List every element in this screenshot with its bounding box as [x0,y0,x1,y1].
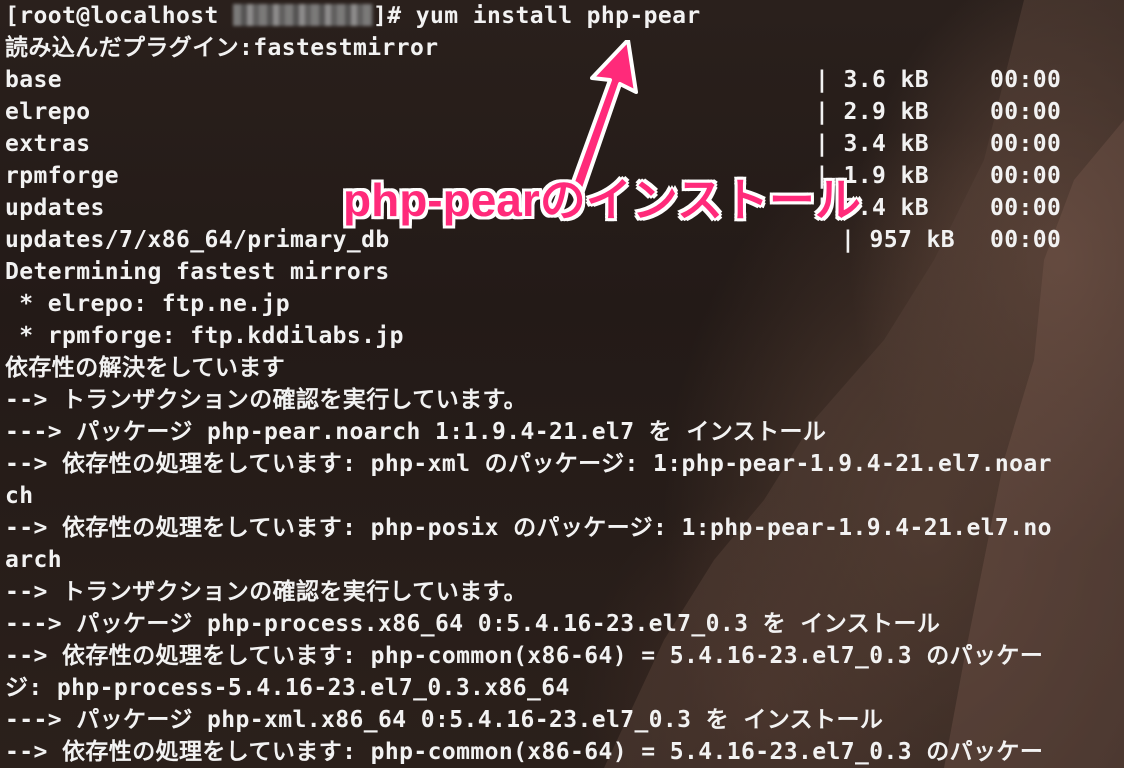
repo-name: elrepo [5,99,91,125]
repo-line-elrepo: elrepo | 2.9 kB 00:00 [5,96,1124,128]
shell-prompt-line: [root@localhost ]# yum install php-pear [5,0,1124,32]
repo-time: 00:00 [990,99,1062,125]
repo-line-extras: extras | 3.4 kB 00:00 [5,128,1124,160]
repo-time: 00:00 [990,67,1062,93]
prompt-close: ]# [372,3,416,29]
repo-line-base: base | 3.6 kB 00:00 [5,64,1124,96]
repo-time: 00:00 [990,163,1062,189]
output-line: 読み込んだプラグイン:fastestmirror [5,35,439,61]
repo-size: | 2.9 kB [815,99,929,125]
terminal-output: [root@localhost ]# yum install php-pear … [5,0,1124,768]
repo-size: | 3.4 kB [815,131,929,157]
terminal-window[interactable]: [root@localhost ]# yum install php-pear … [0,0,1124,768]
output-line: 依存性の解決をしています [5,355,286,381]
output-line: ---> パッケージ php-process.x86_64 0:5.4.16-2… [5,611,941,637]
output-line: --> 依存性の処理をしています: php-common(x86-64) = 5… [5,739,1044,765]
repo-name: base [5,67,62,93]
repo-name: updates [5,195,105,221]
output-line: --> トランザクションの確認を実行しています。 [5,387,527,413]
output-line: --> トランザクションの確認を実行しています。 [5,579,527,605]
repo-line-primary-db: updates/7/x86_64/primary_db | 957 kB 00:… [5,224,1124,256]
output-line: --> 依存性の処理をしています: php-common(x86-64) = 5… [5,643,1044,669]
output-line: ---> パッケージ php-pear.noarch 1:1.9.4-21.el… [5,419,827,445]
repo-size: | 3.6 kB [815,67,929,93]
output-line: ---> パッケージ php-xml.x86_64 0:5.4.16-23.el… [5,707,884,733]
output-line: Determining fastest mirrors [5,259,390,285]
output-line: --> 依存性の処理をしています: php-posix のパッケージ: 1:ph… [5,515,1052,541]
output-line: arch [5,547,62,573]
repo-time: 00:00 [990,195,1062,221]
prompt-user: [root@localhost [5,3,233,29]
repo-name: updates/7/x86_64/primary_db [5,227,390,253]
output-line: * elrepo: ftp.ne.jp [5,291,290,317]
repo-name: rpmforge [5,163,119,189]
repo-size: | 957 kB [841,227,955,253]
command-text: yum install php-pear [415,3,701,29]
output-line: --> 依存性の処理をしています: php-xml のパッケージ: 1:php-… [5,451,1052,477]
repo-name: extras [5,131,91,157]
annotation-label: php-pearのインストール [343,174,861,226]
repo-time: 00:00 [990,131,1062,157]
output-line: * rpmforge: ftp.kddilabs.jp [5,323,404,349]
repo-time: 00:00 [990,227,1062,253]
output-line: ジ: php-process-5.4.16-23.el7_0.3.x86_64 [5,675,570,701]
masked-hostname [232,4,373,26]
output-line: ch [5,483,34,509]
